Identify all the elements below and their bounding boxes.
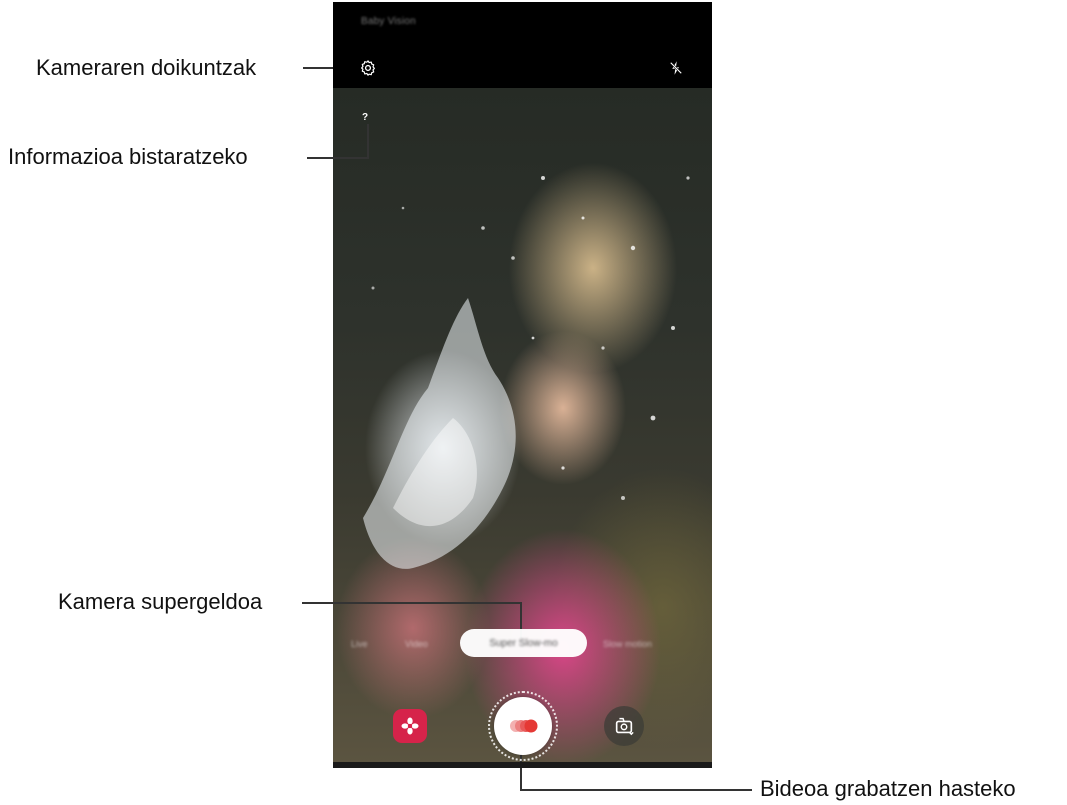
camera-top-bar: Baby Vision	[333, 2, 712, 88]
mode-title: Baby Vision	[361, 16, 416, 27]
flower-icon	[401, 717, 419, 735]
viewfinder-image	[363, 176, 690, 569]
screen-bottom-edge	[333, 762, 712, 768]
gear-icon[interactable]	[359, 59, 377, 77]
mode-video[interactable]: Video	[405, 639, 428, 649]
mode-super-slow-mo[interactable]: Super Slow-mo	[460, 629, 587, 657]
camera-bottom-controls	[333, 686, 712, 762]
switch-camera-icon	[615, 717, 634, 736]
super-slow-record-icon	[510, 719, 538, 733]
help-icon[interactable]: ?	[362, 112, 368, 123]
mode-slow-motion[interactable]: Slow motion	[603, 639, 652, 649]
callout-mode-line-h	[302, 602, 522, 604]
switch-camera-button[interactable]	[604, 706, 644, 746]
effects-button[interactable]	[393, 709, 427, 743]
record-button[interactable]	[494, 697, 552, 755]
callout-info-label: Informazioa bistaratzeko	[8, 144, 248, 169]
camera-viewfinder[interactable]: ? Live Video Slow motion Super Slow-mo	[333, 88, 712, 762]
flash-off-icon[interactable]	[667, 59, 685, 77]
selected-mode-label: Super Slow-mo	[489, 637, 558, 649]
callout-mode-label: Kamera supergeldoa	[58, 589, 263, 614]
mode-live[interactable]: Live	[351, 639, 368, 649]
callout-info-line-v	[367, 124, 369, 159]
callout-record-label: Bideoa grabatzen hasteko	[760, 776, 1016, 801]
callout-record-line-h	[520, 789, 752, 791]
callout-settings-label: Kameraren doikuntzak	[36, 55, 257, 80]
camera-screen: Baby Vision ? Live Video Slow motion Sup…	[333, 2, 712, 768]
callout-info-line-h	[307, 157, 369, 159]
